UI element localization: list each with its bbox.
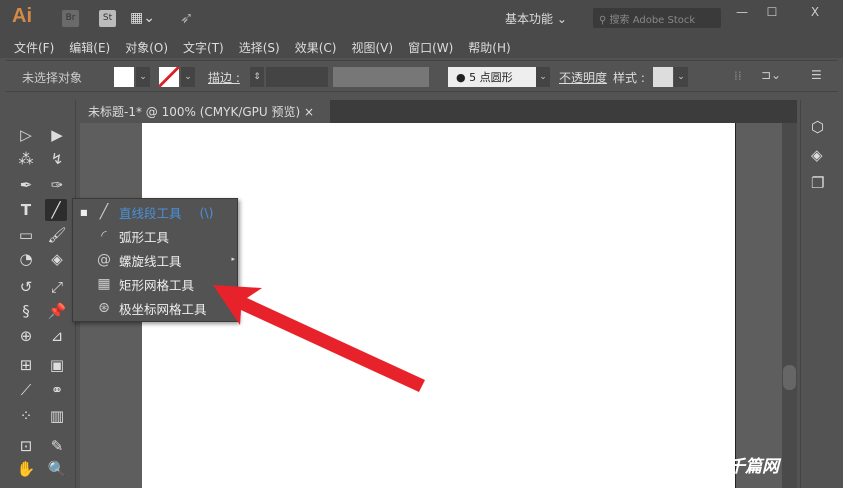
annotation-arrow [213, 285, 425, 392]
red-arrow-icon [213, 285, 425, 392]
watermark: 千篇网 [728, 457, 779, 477]
